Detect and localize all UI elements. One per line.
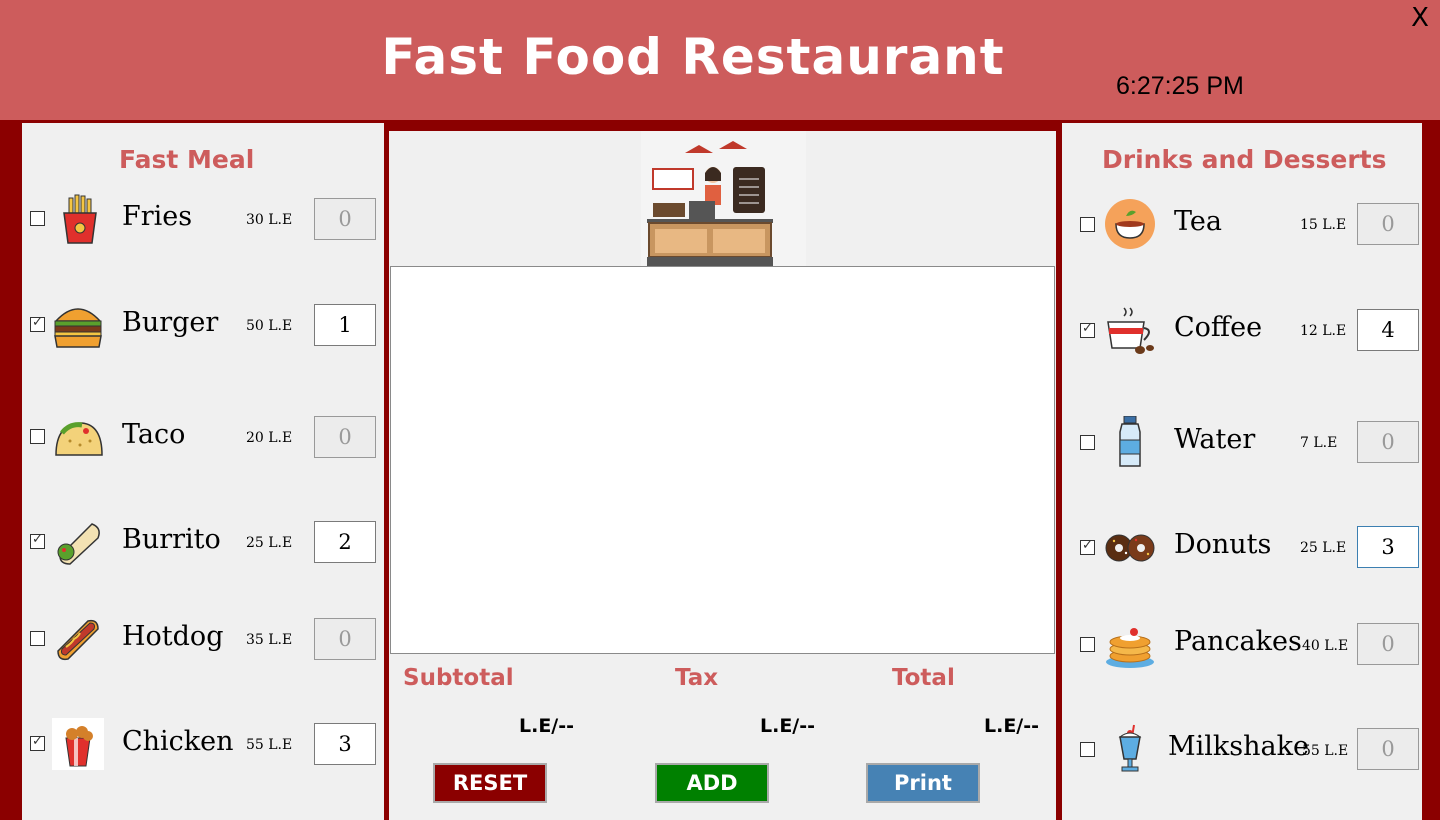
pancakes-quantity-field[interactable]: 0 (1357, 623, 1419, 665)
tea-quantity-field[interactable]: 0 (1357, 203, 1419, 245)
menu-item-burger: Burger 50 L.E 1 (22, 297, 384, 357)
coffee-price: 12 L.E (1300, 323, 1347, 339)
fries-label: Fries (122, 201, 193, 232)
tea-price: 15 L.E (1300, 217, 1347, 233)
title-bar: Fast Food Restaurant 6:27:25 PM X (0, 0, 1440, 120)
tea-label: Tea (1174, 206, 1222, 237)
burrito-quantity-field[interactable]: 2 (314, 521, 376, 563)
coffee-quantity-field[interactable]: 4 (1357, 309, 1419, 351)
fries-price: 30 L.E (246, 212, 293, 228)
menu-item-coffee: Coffee 12 L.E 4 (1062, 300, 1422, 360)
menu-item-hotdog: Hotdog 35 L.E 0 (22, 611, 384, 671)
water-price: 7 L.E (1300, 435, 1338, 451)
order-panel: Subtotal Tax Total L.E/-- L.E/-- L.E/-- … (389, 131, 1056, 820)
fries-icon (63, 194, 97, 244)
tea-checkbox[interactable] (1080, 217, 1095, 232)
print-button[interactable]: Print (866, 763, 980, 803)
water-quantity-field[interactable]: 0 (1357, 421, 1419, 463)
donuts-price: 25 L.E (1300, 540, 1347, 556)
chicken-icon (52, 718, 104, 770)
burrito-icon (57, 523, 100, 565)
fast-meal-title: Fast Meal (119, 145, 255, 174)
donuts-checkbox[interactable] (1080, 538, 1095, 555)
fries-checkbox[interactable] (30, 211, 45, 226)
hotdog-icon (57, 619, 99, 661)
coffee-icon (1107, 307, 1154, 354)
chicken-price: 55 L.E (246, 737, 293, 753)
donut-icon (1105, 534, 1155, 562)
pancakes-icon (1106, 628, 1154, 668)
burger-price: 50 L.E (246, 318, 293, 334)
tax-label: Tax (675, 665, 719, 691)
taco-icon (55, 422, 103, 456)
menu-item-tea: Tea 15 L.E 0 (1062, 194, 1422, 254)
menu-item-burrito: Burrito 25 L.E 2 (22, 514, 384, 574)
burrito-price: 25 L.E (246, 535, 293, 551)
fries-quantity-field[interactable]: 0 (314, 198, 376, 240)
add-button[interactable]: ADD (655, 763, 769, 803)
tea-icon (1105, 199, 1155, 249)
milkshake-price: 55 L.E (1302, 743, 1349, 759)
receipt-text-area[interactable] (390, 266, 1055, 654)
total-value: L.E/-- (984, 715, 1040, 737)
taco-quantity-field[interactable]: 0 (314, 416, 376, 458)
hotdog-quantity-field[interactable]: 0 (314, 618, 376, 660)
taco-label: Taco (122, 419, 186, 450)
menu-item-fries: Fries 30 L.E 0 (22, 191, 384, 251)
burrito-checkbox[interactable] (30, 532, 45, 549)
tax-value: L.E/-- (760, 715, 816, 737)
cashier-illustration (641, 131, 806, 266)
water-checkbox[interactable] (1080, 435, 1095, 450)
drinks-panel: Drinks and Desserts Tea 15 L.E 0 Coffee … (1062, 123, 1422, 820)
chicken-checkbox[interactable] (30, 734, 45, 751)
burger-icon (54, 308, 102, 348)
burger-quantity-field[interactable]: 1 (314, 304, 376, 346)
burger-checkbox[interactable] (30, 315, 45, 332)
milkshake-label: Milkshake (1168, 731, 1309, 762)
donuts-label: Donuts (1174, 529, 1272, 560)
close-button[interactable]: X (1404, 2, 1436, 34)
burger-label: Burger (122, 307, 219, 338)
menu-item-chicken: Chicken 55 L.E 3 (22, 716, 384, 776)
milkshake-checkbox[interactable] (1080, 742, 1095, 757)
drinks-title: Drinks and Desserts (1102, 145, 1387, 174)
coffee-checkbox[interactable] (1080, 321, 1095, 338)
burrito-label: Burrito (122, 524, 221, 555)
chicken-quantity-field[interactable]: 3 (314, 723, 376, 765)
clock-display: 6:27:25 PM (1116, 72, 1244, 100)
total-label: Total (892, 665, 955, 691)
taco-checkbox[interactable] (30, 429, 45, 444)
menu-item-donuts: Donuts 25 L.E 3 (1062, 517, 1422, 577)
subtotal-label: Subtotal (403, 665, 514, 691)
subtotal-value: L.E/-- (519, 715, 575, 737)
hotdog-price: 35 L.E (246, 632, 293, 648)
menu-item-milkshake: Milkshake 55 L.E 0 (1062, 719, 1422, 779)
pancakes-checkbox[interactable] (1080, 637, 1095, 652)
hotdog-checkbox[interactable] (30, 631, 45, 646)
water-label: Water (1174, 424, 1256, 455)
taco-price: 20 L.E (246, 430, 293, 446)
water-bottle-icon (1119, 416, 1141, 467)
pancakes-label: Pancakes (1174, 626, 1302, 657)
milkshake-icon (1118, 724, 1142, 772)
fast-meal-panel: Fast Meal Fries 30 L.E 0 Burger 50 L.E 1 (22, 123, 384, 820)
menu-item-water: Water 7 L.E 0 (1062, 412, 1422, 472)
header-image-area (390, 131, 1055, 266)
reset-button[interactable]: RESET (433, 763, 547, 803)
pancakes-price: 40 L.E (1302, 638, 1349, 654)
milkshake-quantity-field[interactable]: 0 (1357, 728, 1419, 770)
menu-item-taco: Taco 20 L.E 0 (22, 409, 384, 469)
coffee-label: Coffee (1174, 312, 1263, 343)
donuts-quantity-field[interactable]: 3 (1357, 526, 1419, 568)
menu-item-pancakes: Pancakes 40 L.E 0 (1062, 614, 1422, 674)
chicken-label: Chicken (122, 726, 234, 757)
hotdog-label: Hotdog (122, 621, 224, 652)
